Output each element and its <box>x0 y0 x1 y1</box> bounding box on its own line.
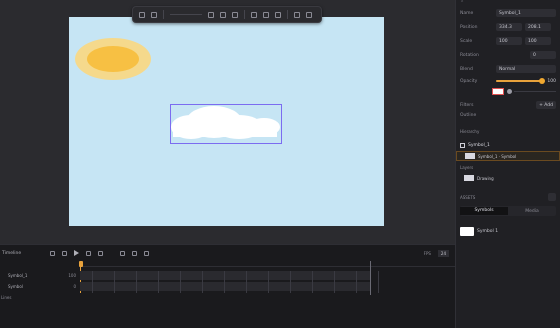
prev-frame-icon[interactable] <box>62 250 68 256</box>
play-icon[interactable] <box>74 250 80 256</box>
color-divider <box>514 90 556 92</box>
track-gridline <box>378 271 379 293</box>
loop-icon[interactable] <box>98 250 104 256</box>
blend-label: Blend <box>460 66 473 72</box>
toolbar-divider <box>163 10 164 19</box>
scale-x-field[interactable]: 100 <box>496 37 522 45</box>
remove-keyframe-icon[interactable] <box>132 250 138 256</box>
track-gridline <box>180 271 181 293</box>
panel-collapse-icon[interactable]: ⌃ <box>460 0 464 6</box>
position-x-field[interactable]: 334.3 <box>496 23 522 31</box>
track-gridline <box>334 271 335 293</box>
add-keyframe-icon[interactable] <box>120 250 126 256</box>
timeline-title: Timeline <box>2 250 22 256</box>
track-gridline <box>268 271 269 293</box>
layers-header: Layers <box>460 164 474 170</box>
track-name[interactable]: Symbol_1 <box>8 273 27 278</box>
more-icon[interactable] <box>306 11 312 18</box>
track-value: 100 <box>68 273 76 278</box>
track-gridline <box>114 271 115 293</box>
properties-panel: ⌃ Name Symbol_1 Position 334.3 208.1 Sca… <box>455 0 560 328</box>
rotation-label: Rotation <box>460 52 479 58</box>
tab-media[interactable]: Media <box>508 209 556 214</box>
position-label: Position <box>460 24 478 30</box>
stage-canvas[interactable] <box>69 17 384 226</box>
align-bottom-icon[interactable] <box>275 11 281 18</box>
stage-workspace[interactable] <box>0 0 455 244</box>
track-gridline <box>92 271 93 293</box>
timeline-ruler[interactable] <box>80 261 455 267</box>
opacity-slider[interactable] <box>496 78 546 84</box>
name-field[interactable]: Symbol_1 <box>496 9 556 17</box>
opacity-label: Opacity <box>460 78 478 84</box>
track-gridline <box>290 271 291 293</box>
asset-thumbnail <box>460 226 474 236</box>
fps-field[interactable]: 24 <box>437 249 449 257</box>
opacity-slider-knob[interactable] <box>539 78 546 84</box>
assets-header: ASSETS <box>460 194 476 200</box>
track-gridline <box>158 271 159 293</box>
next-frame-icon[interactable] <box>86 250 92 256</box>
asset-item-symbol[interactable]: Symbol 1 <box>477 229 498 234</box>
track-gridline <box>202 271 203 293</box>
hierarchy-child-item[interactable]: Symbol_1 · Symbol <box>478 154 516 159</box>
scale-y-field[interactable]: 100 <box>525 37 551 45</box>
floating-toolbar <box>132 6 322 23</box>
toolbar-divider <box>287 10 288 19</box>
symbol-checkbox[interactable] <box>460 142 465 148</box>
toolbar-divider <box>244 10 245 19</box>
ease-icon[interactable] <box>144 250 150 256</box>
color-toggle-icon[interactable] <box>507 88 512 94</box>
align-middle-icon[interactable] <box>263 11 269 18</box>
symbol-thumbnail <box>465 153 475 159</box>
track-value: 0 <box>73 284 76 289</box>
filters-label: Filters <box>460 102 474 108</box>
crop-tool-icon[interactable] <box>151 11 157 18</box>
track-gridline <box>312 271 313 293</box>
layer-item-drawing[interactable]: Drawing <box>477 176 494 181</box>
name-label: Name <box>460 10 474 16</box>
align-top-icon[interactable] <box>251 11 257 18</box>
cloud-shape[interactable] <box>169 103 284 143</box>
hierarchy-item-symbol[interactable]: Symbol_1 <box>468 143 490 148</box>
filters-add-button[interactable]: + Add <box>536 101 556 109</box>
tab-symbols[interactable]: Symbols <box>460 207 508 215</box>
select-tool-icon[interactable] <box>139 11 145 18</box>
zoom-field[interactable] <box>170 14 202 15</box>
align-center-icon[interactable] <box>220 11 226 18</box>
align-right-icon[interactable] <box>232 11 238 18</box>
first-frame-icon[interactable] <box>50 250 56 256</box>
outline-label: Outline <box>460 112 477 118</box>
blend-select[interactable]: Normal <box>496 65 556 73</box>
rotation-field[interactable]: 0 <box>530 51 556 59</box>
assets-add-button[interactable] <box>548 193 556 201</box>
align-left-icon[interactable] <box>208 11 214 18</box>
track-gridline <box>224 271 225 293</box>
distribute-icon[interactable] <box>294 11 300 18</box>
opacity-value[interactable]: 100 <box>547 79 556 84</box>
track-gridline <box>136 271 137 293</box>
scale-label: Scale <box>460 38 473 44</box>
timeline-panel: Timeline FPS 24 Symbol_1 100 Symbol 0 Li… <box>0 244 455 328</box>
lines-label: Lines <box>1 295 12 300</box>
hierarchy-header: Hierarchy <box>460 128 480 134</box>
track-gridlines <box>80 271 455 293</box>
track-gridline <box>246 271 247 293</box>
position-y-field[interactable]: 208.1 <box>525 23 551 31</box>
sun-shape[interactable] <box>73 37 153 81</box>
track-gridline <box>356 271 357 293</box>
fps-label: FPS <box>423 250 431 256</box>
track-name[interactable]: Symbol <box>8 284 23 289</box>
layer-thumbnail <box>464 175 474 181</box>
color-swatch[interactable] <box>492 87 504 95</box>
opacity-slider-fill <box>496 80 543 82</box>
